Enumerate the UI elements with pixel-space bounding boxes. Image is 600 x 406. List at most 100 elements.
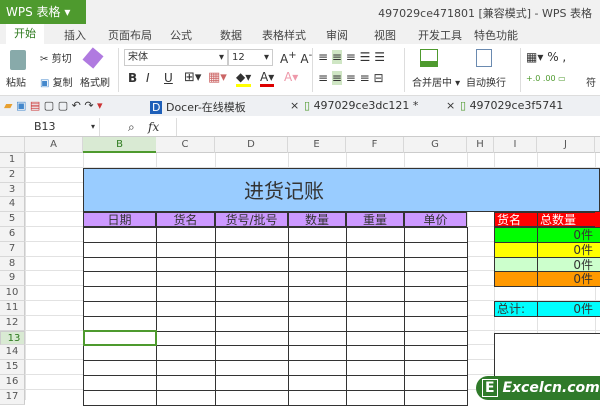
doc-tab-docer[interactable]: D Docer-在线模板 <box>150 99 246 115</box>
table-cell[interactable] <box>215 315 289 332</box>
table-cell[interactable] <box>404 330 468 347</box>
table-cell[interactable] <box>288 345 347 362</box>
table-cell[interactable] <box>156 256 216 273</box>
table-cell[interactable] <box>215 389 289 406</box>
table-cell[interactable] <box>215 301 289 317</box>
column-header-H[interactable]: H <box>467 137 494 153</box>
table-cell[interactable] <box>156 286 216 302</box>
table-cell[interactable] <box>404 389 468 406</box>
selected-cell[interactable] <box>83 329 157 347</box>
table-cell[interactable] <box>156 271 216 288</box>
column-header-G[interactable]: G <box>404 137 467 153</box>
table-cell[interactable] <box>346 360 405 376</box>
tab-home[interactable]: 开始 <box>6 24 44 44</box>
row-header-12[interactable]: 12 <box>0 315 25 331</box>
table-cell[interactable] <box>404 256 468 273</box>
table-cell[interactable] <box>288 256 347 273</box>
table-cell[interactable] <box>346 256 405 273</box>
table-cell[interactable] <box>346 315 405 332</box>
open-icon[interactable]: ▰ <box>4 99 12 112</box>
tab-insert[interactable]: 插入 <box>64 27 86 43</box>
row-header-3[interactable]: 3 <box>0 182 25 198</box>
table-cell[interactable] <box>346 227 405 243</box>
table-cell[interactable] <box>83 375 157 391</box>
table-cell[interactable] <box>83 301 157 317</box>
table-cell[interactable] <box>346 271 405 288</box>
table-cell[interactable] <box>288 227 347 243</box>
close-tab-icon[interactable]: × <box>290 99 299 112</box>
table-cell[interactable] <box>156 375 216 391</box>
table-cell[interactable] <box>404 375 468 391</box>
table-cell[interactable] <box>288 286 347 302</box>
table-cell[interactable] <box>288 315 347 332</box>
row-header-9[interactable]: 9 <box>0 271 25 287</box>
table-cell[interactable] <box>83 345 157 362</box>
italic-button[interactable]: I <box>146 71 150 85</box>
table-cell[interactable] <box>156 315 216 332</box>
table-cell[interactable] <box>156 241 216 258</box>
table-cell[interactable] <box>215 256 289 273</box>
close-tab-icon[interactable]: × <box>446 99 455 112</box>
table-cell[interactable] <box>83 241 157 258</box>
redo-icon[interactable]: ↷ <box>84 99 93 112</box>
font-select[interactable]: 宋体 ▾ <box>124 49 228 66</box>
table-cell[interactable] <box>156 330 216 347</box>
paste-button[interactable]: 粘贴 <box>6 74 26 89</box>
table-cell[interactable] <box>288 301 347 317</box>
summary-name-cell[interactable] <box>494 241 538 258</box>
table-cell[interactable] <box>215 330 289 347</box>
fx-button[interactable]: fx <box>148 120 159 134</box>
table-cell[interactable] <box>404 286 468 302</box>
merge-center-icon[interactable] <box>420 49 438 67</box>
row-header-16[interactable]: 16 <box>0 375 25 390</box>
fill-color-icon[interactable]: ◆▾ <box>236 70 252 87</box>
tab-table-style[interactable]: 表格样式 <box>262 27 306 43</box>
column-header-D[interactable]: D <box>215 137 288 153</box>
zoom-icon[interactable]: ⌕ <box>128 120 135 135</box>
border-icon[interactable]: ⊞▾ <box>184 70 201 85</box>
tab-page-layout[interactable]: 页面布局 <box>108 27 152 43</box>
table-cell[interactable] <box>156 301 216 317</box>
table-cell[interactable] <box>404 315 468 332</box>
table-cell[interactable] <box>288 241 347 258</box>
row-header-10[interactable]: 10 <box>0 286 25 301</box>
print-preview-icon[interactable]: ▢ <box>44 99 54 112</box>
tab-formulas[interactable]: 公式 <box>170 27 192 43</box>
table-cell[interactable] <box>346 389 405 406</box>
row-header-7[interactable]: 7 <box>0 241 25 257</box>
pdf-icon[interactable]: ▤ <box>30 99 40 112</box>
summary-name-cell[interactable] <box>494 227 538 243</box>
format-painter-button[interactable]: 格式刷 <box>80 74 110 89</box>
doc-tab-2[interactable]: ▯ 497029ce3dc121 * <box>304 99 418 112</box>
doc-tab-3[interactable]: ▯ 497029ce3f5741 <box>460 99 563 112</box>
table-cell[interactable] <box>346 375 405 391</box>
row-header-6[interactable]: 6 <box>0 227 25 242</box>
table-cell[interactable] <box>83 360 157 376</box>
merge-center-button[interactable]: 合并居中 ▾ <box>412 74 460 89</box>
tab-data[interactable]: 数据 <box>220 27 242 43</box>
tab-view[interactable]: 视图 <box>374 27 396 43</box>
table-cell[interactable] <box>83 227 157 243</box>
format-painter-icon[interactable] <box>82 47 104 69</box>
table-cell[interactable] <box>288 389 347 406</box>
wrap-text-button[interactable]: 自动换行 <box>466 74 506 89</box>
table-cell[interactable] <box>346 330 405 347</box>
name-box[interactable]: B13 ▾ <box>0 118 100 136</box>
wrap-text-icon[interactable] <box>476 49 492 67</box>
quick-access-icons[interactable]: ▰ ▣ ▤ ▢ ▢ ↶ ↷ ▾ <box>4 99 103 112</box>
font-color-icon[interactable]: A▾ <box>260 70 275 87</box>
row-header-11[interactable]: 11 <box>0 301 25 316</box>
row-header-5[interactable]: 5 <box>0 212 25 227</box>
table-cell[interactable] <box>156 389 216 406</box>
font-grow-button[interactable]: A+ A- <box>280 50 312 66</box>
font-size-select[interactable]: 12 ▾ <box>228 49 273 66</box>
table-cell[interactable] <box>404 345 468 362</box>
column-header-I[interactable]: I <box>494 137 537 153</box>
column-header-A[interactable]: A <box>25 137 83 153</box>
copy-button[interactable]: ▣ 复制 <box>40 74 73 89</box>
decimal-buttons[interactable]: +.0 .00 ▭ <box>526 74 566 83</box>
table-cell[interactable] <box>404 227 468 243</box>
undo-icon[interactable]: ↶ <box>72 99 81 112</box>
clear-format-icon[interactable]: A▾ <box>284 70 298 84</box>
row-header-1[interactable]: 1 <box>0 153 25 168</box>
